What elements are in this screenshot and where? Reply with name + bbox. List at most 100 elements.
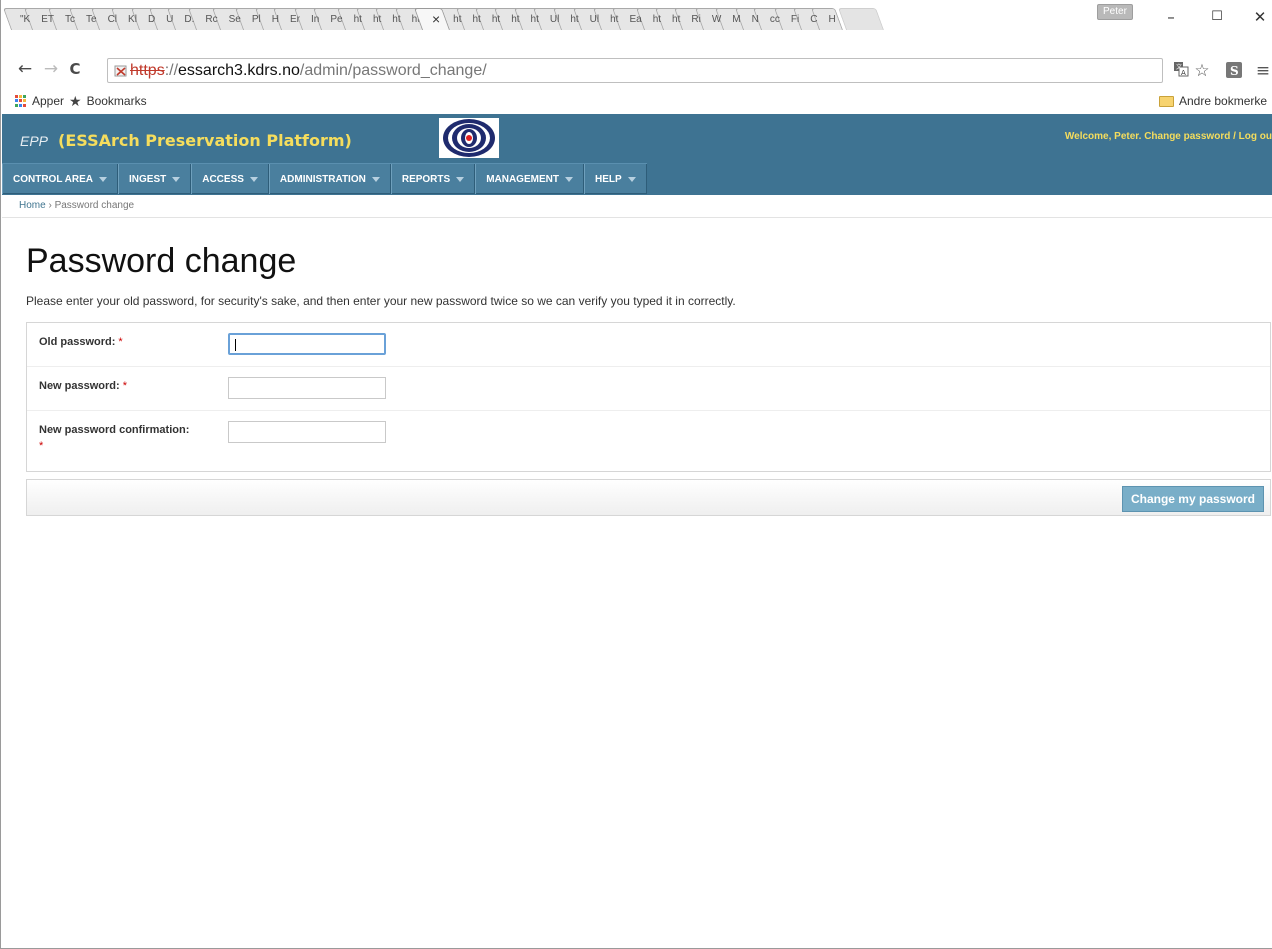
breadcrumb-current: Password change	[54, 200, 135, 211]
breadcrumb-separator: ›	[45, 200, 55, 211]
form-row-new-password: New password: *	[27, 367, 1270, 411]
reload-button[interactable]: C	[65, 58, 85, 80]
tab-title: Kl	[128, 13, 137, 25]
tab-title: Tc	[65, 13, 76, 25]
menu-item-label: ADMINISTRATION	[279, 173, 366, 185]
caret-down-icon	[172, 176, 181, 182]
password-change-form: Old password: * New password: * New passwo…	[26, 322, 1271, 472]
caret-down-icon	[249, 176, 258, 182]
url-path: /admin/password_change/	[299, 62, 487, 79]
tab-title: M	[732, 13, 741, 25]
tab-title: ht	[610, 13, 619, 25]
menu-item-administration[interactable]: ADMINISTRATION	[268, 164, 391, 194]
bookmark-star-icon[interactable]: ☆	[1191, 61, 1213, 81]
profile-button[interactable]: Peter	[1097, 4, 1133, 20]
change-password-link[interactable]: Change password	[1144, 131, 1230, 142]
url-host: essarch3.kdrs.no	[178, 62, 300, 79]
insecure-lock-icon	[114, 65, 127, 77]
new-password-confirmation-field[interactable]	[228, 421, 386, 443]
tab-title: Pe	[330, 13, 343, 25]
tab-title: H	[828, 13, 836, 25]
page-title: Password change	[26, 242, 297, 280]
tab-shape	[837, 8, 884, 30]
address-bar[interactable]: https://essarch3.kdrs.no/admin/password_…	[107, 58, 1163, 83]
branding[interactable]: EPP (ESSArch Preservation Platform)	[20, 131, 352, 150]
tab-title: Pl	[251, 13, 261, 25]
tab-title: U	[166, 13, 174, 25]
new-tab-button[interactable]	[837, 8, 884, 30]
menu-item-reports[interactable]: REPORTS	[390, 164, 476, 194]
logout-link[interactable]: Log ou	[1239, 131, 1272, 142]
browser-window: "K ET Tc Te Cl Kl D U D. Rc Se Pl H Er In Pe ht ht ht ht × ht…	[0, 0, 1272, 949]
tab-title: Cl	[107, 13, 118, 25]
menu-item-ingest[interactable]: INGEST	[118, 164, 192, 194]
tab-title: C	[810, 13, 818, 25]
bookmark-apps-label: Apper	[32, 94, 65, 108]
forward-button[interactable]: →	[41, 58, 61, 80]
bookmark-bookmarks-label: Bookmarks	[86, 94, 147, 108]
tab-title: "K	[20, 13, 31, 25]
tab-title: Ea	[629, 13, 642, 25]
caret-down-icon	[627, 176, 636, 182]
breadcrumb: Home › Password change	[2, 196, 1272, 218]
old-password-label: Old password: *	[39, 336, 123, 348]
maximize-button[interactable]: ☐	[1203, 6, 1231, 28]
tab-title: Se	[228, 13, 241, 25]
bookmark-other[interactable]: Andre bokmerke	[1159, 92, 1267, 110]
tab-title: ht	[472, 13, 481, 25]
menu-item-label: INGEST	[129, 173, 167, 185]
menu-item-management[interactable]: MANAGEMENT	[475, 164, 584, 194]
bookmark-apps[interactable]: Apper	[15, 92, 64, 110]
folder-icon	[1159, 95, 1174, 107]
tab-title: Er	[290, 13, 301, 25]
minimize-button[interactable]: –	[1157, 6, 1185, 28]
star-icon: ★	[69, 92, 82, 109]
page-content: EPP (ESSArch Preservation Platform) Welco…	[2, 114, 1272, 948]
extension-icon[interactable]: S	[1223, 61, 1245, 81]
text-cursor	[235, 339, 236, 351]
change-password-button[interactable]: Change my password	[1121, 486, 1264, 512]
welcome-text: Welcome,	[1064, 131, 1115, 142]
tab-title: cc	[769, 13, 780, 25]
tab-title: Te	[86, 13, 97, 25]
submit-row: Change my password	[26, 479, 1271, 516]
bookmark-other-label: Andre bokmerke	[1179, 94, 1268, 108]
new-password-label: New password: *	[39, 380, 127, 392]
tab-title: ht	[652, 13, 662, 25]
tab-title: Fi	[790, 13, 800, 25]
menu-icon[interactable]: ≡	[1253, 61, 1272, 81]
form-row-new-password-confirmation: New password confirmation: *	[27, 411, 1270, 455]
tab-title: ht	[353, 13, 362, 25]
old-password-field[interactable]	[228, 333, 386, 355]
menu-item-label: CONTROL AREA	[13, 173, 93, 185]
breadcrumb-home-link[interactable]: Home	[19, 200, 46, 211]
tab-title: D	[147, 13, 156, 25]
username: Peter	[1114, 131, 1139, 142]
main-menu: CONTROL AREA INGEST ACCESS ADMINISTRATION RE…	[2, 163, 647, 194]
translate-icon[interactable]: 文A	[1171, 61, 1191, 81]
new-password-field[interactable]	[228, 377, 386, 399]
tab-title: ht	[511, 13, 520, 25]
tab-title: ht	[392, 13, 401, 25]
required-marker: *	[39, 440, 44, 452]
tab-title: ht	[672, 13, 681, 25]
tab-title: ht	[372, 13, 382, 25]
svg-text:S: S	[1230, 64, 1239, 78]
bookmark-bookmarks[interactable]: ★ Bookmarks	[69, 92, 147, 110]
tab-title: W	[711, 13, 722, 25]
back-button[interactable]: ←	[15, 58, 35, 80]
menu-item-control-area[interactable]: CONTROL AREA	[2, 164, 118, 194]
close-window-button[interactable]: ✕	[1246, 6, 1272, 28]
main-menu-bar: CONTROL AREA INGEST ACCESS ADMINISTRATION RE…	[2, 163, 1272, 195]
tab-title: ET	[41, 13, 55, 25]
tab-title: ht	[570, 13, 579, 25]
url-scheme: https	[130, 62, 165, 79]
menu-item-access[interactable]: ACCESS	[191, 164, 269, 194]
tab-title: ×	[431, 11, 441, 27]
browser-tab-active[interactable]: ×	[413, 8, 451, 30]
essarch-logo	[439, 118, 499, 158]
menu-item-help[interactable]: HELP	[583, 164, 647, 194]
tab-title: ht	[453, 13, 462, 25]
tab-title: ht	[491, 13, 501, 25]
url-text: https://essarch3.kdrs.no/admin/password_…	[130, 62, 487, 80]
